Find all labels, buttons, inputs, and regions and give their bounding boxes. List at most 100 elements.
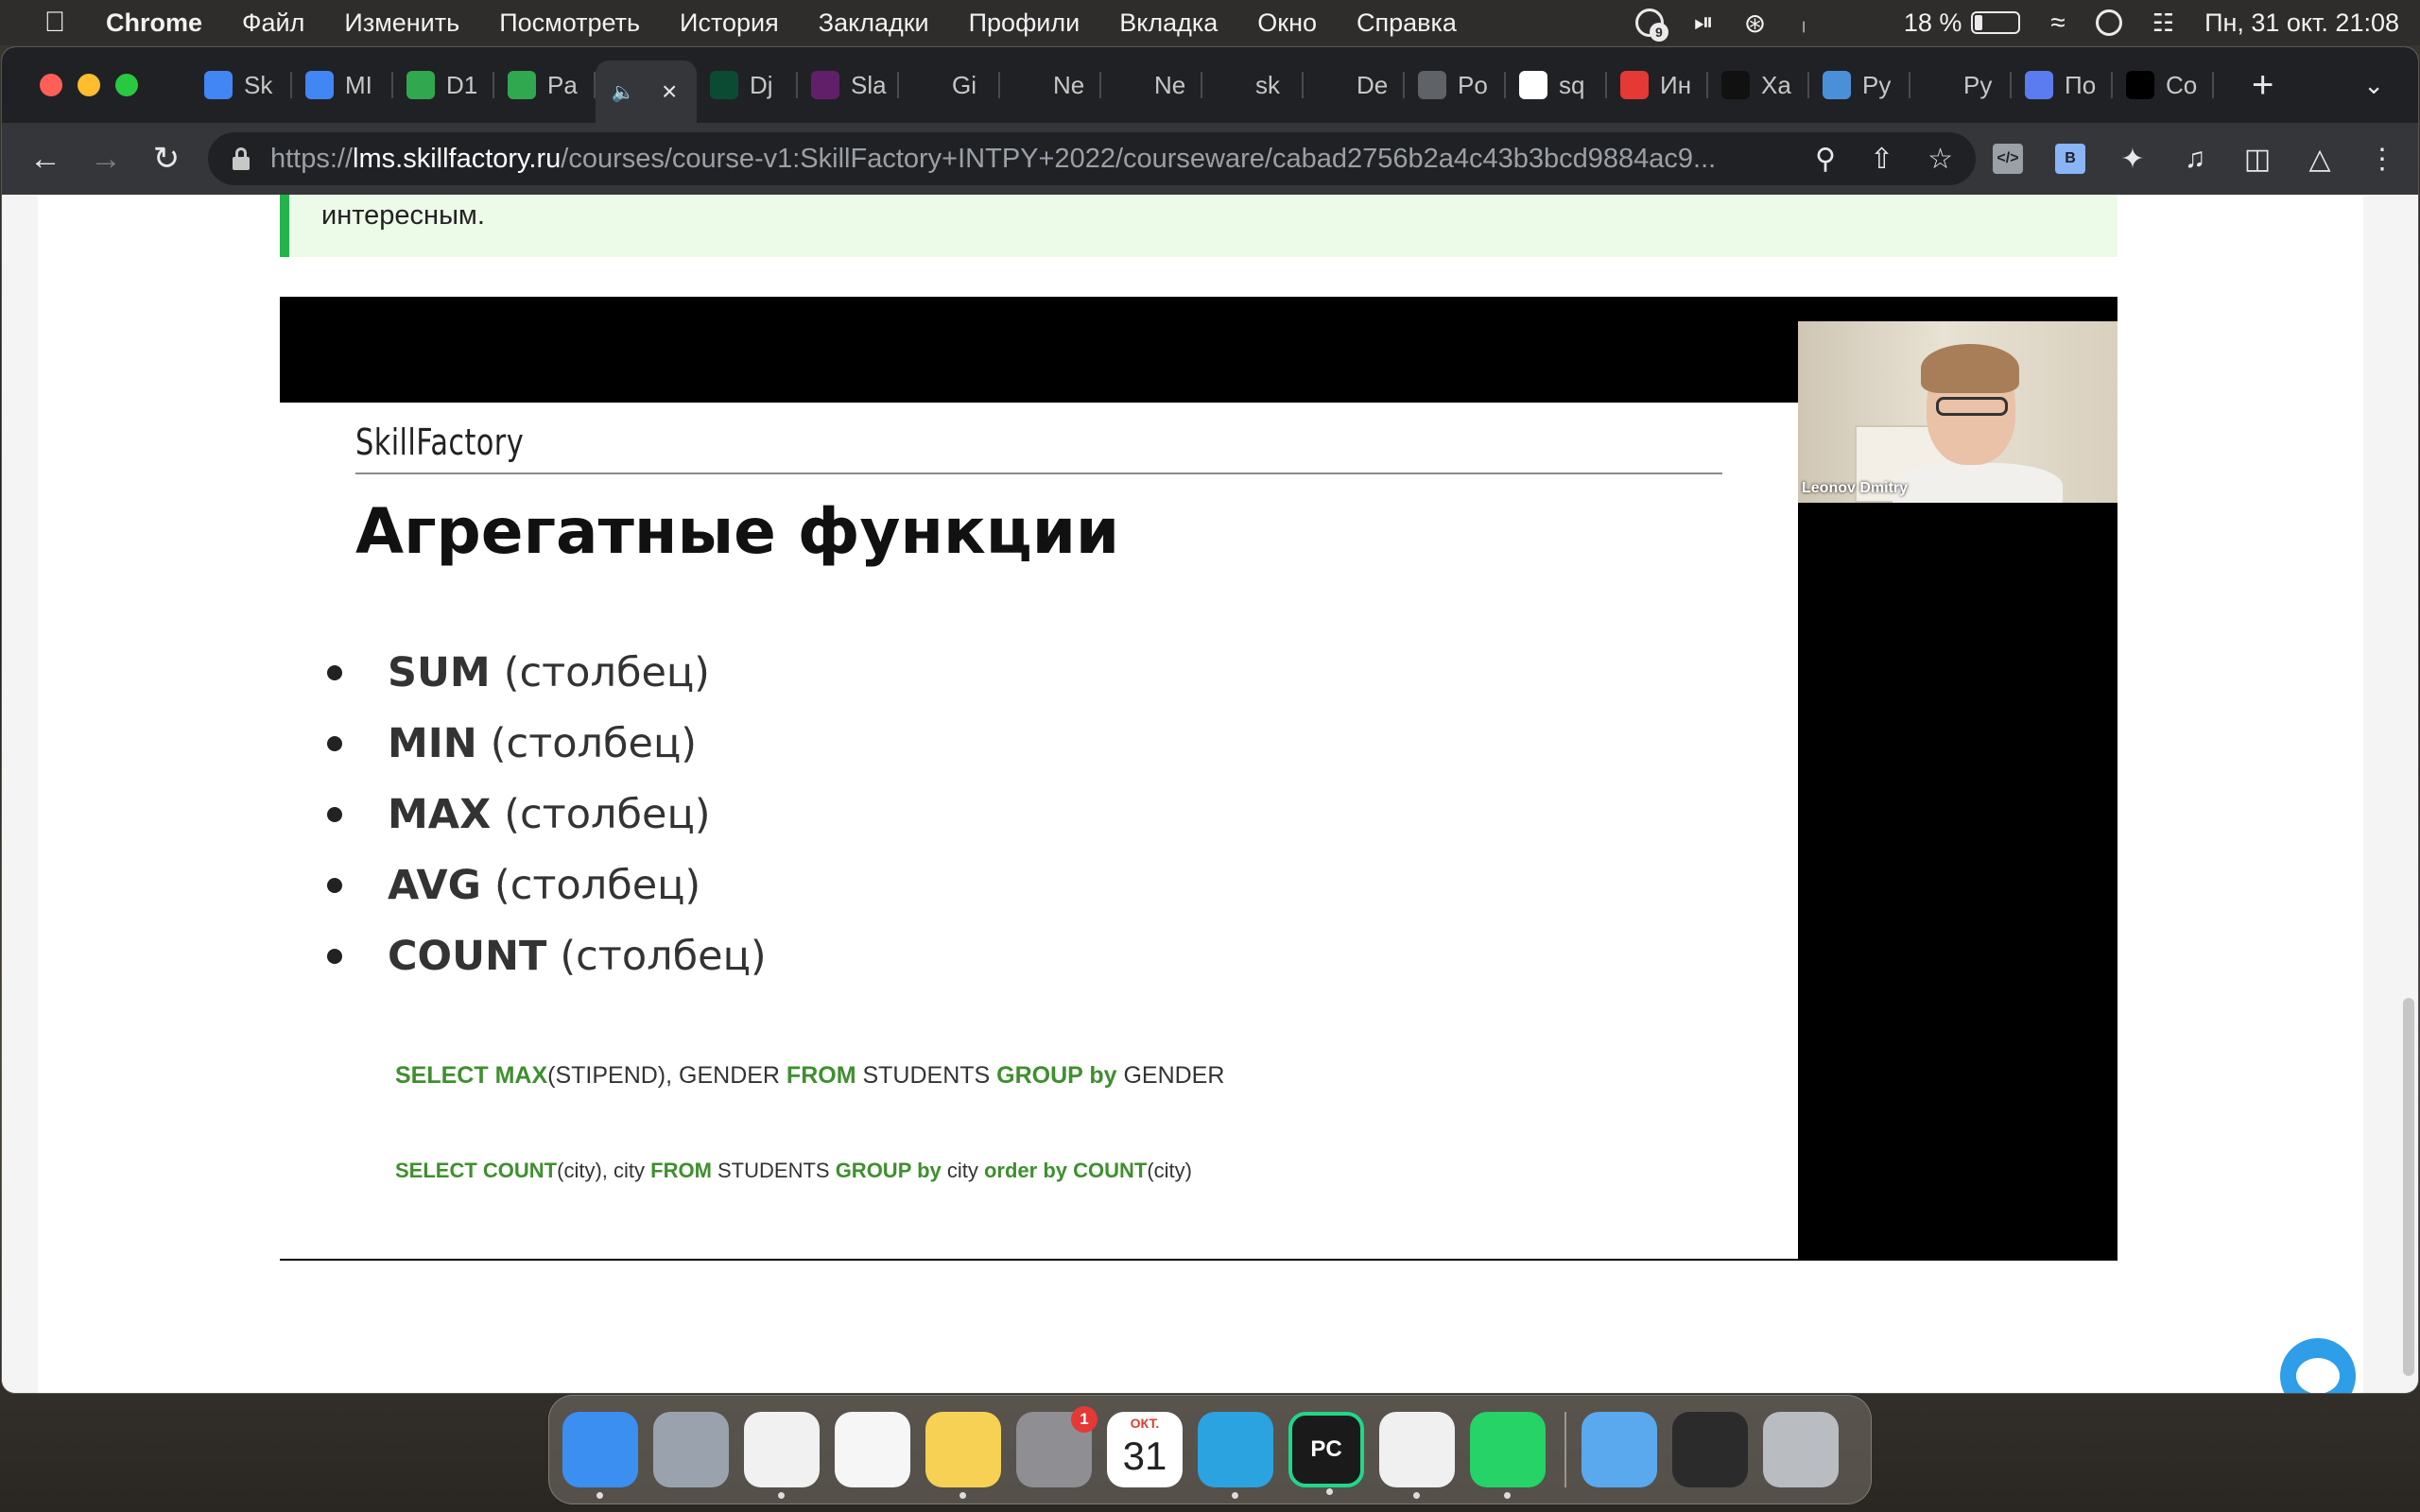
app-menu-chrome[interactable]: Chrome xyxy=(106,9,202,38)
tab-label: Sla xyxy=(851,70,887,99)
speaker-icon: 🔈 xyxy=(609,77,637,106)
tab-label: D1 xyxy=(446,70,478,99)
sql-example-2: SELECT COUNT(city), city FROM STUDENTS G… xyxy=(395,1159,1192,1183)
browser-tab[interactable]: По xyxy=(2012,57,2113,113)
share-icon[interactable]: ⇧ xyxy=(1870,143,1893,176)
tab-label: Py xyxy=(1862,70,1892,99)
forward-button[interactable]: → xyxy=(76,141,136,178)
chrome-icon[interactable] xyxy=(744,1412,820,1499)
menu-edit[interactable]: Изменить xyxy=(344,9,459,38)
browser-tab[interactable]: Sk xyxy=(191,57,292,113)
sql-text: city xyxy=(941,1159,984,1182)
wifi-icon[interactable]: ≈ xyxy=(2050,8,2065,38)
zoom-window-button[interactable] xyxy=(115,74,138,96)
video-player[interactable]: SkillFactory Агрегатные функции SUM (стол… xyxy=(280,297,2118,1261)
translate-extension-icon[interactable]: B xyxy=(2055,144,2085,174)
trash-icon[interactable] xyxy=(1763,1412,1839,1487)
finder-icon[interactable] xyxy=(562,1412,638,1499)
browser-tab[interactable]: Gi xyxy=(899,57,1000,113)
zoom-icon[interactable]: ⚲ xyxy=(1815,143,1836,176)
browser-tab[interactable]: MI xyxy=(292,57,393,113)
tab-label: Sk xyxy=(244,70,273,99)
menu-view[interactable]: Посмотреть xyxy=(499,9,640,38)
system-settings-icon[interactable]: 1 xyxy=(1016,1406,1098,1487)
user-icon[interactable] xyxy=(2095,9,2122,36)
browser-tab[interactable]: sk xyxy=(1202,57,1304,113)
bookmark-star-icon[interactable]: ☆ xyxy=(1927,143,1953,176)
reload-button[interactable]: ↻ xyxy=(136,140,197,178)
bluetooth-icon[interactable]: ᛧ xyxy=(1796,9,1811,38)
telegram-icon[interactable] xyxy=(1198,1412,1273,1499)
menu-file[interactable]: Файл xyxy=(242,9,304,38)
tab-label: Po xyxy=(1458,70,1488,99)
textedit-icon[interactable] xyxy=(1379,1412,1455,1499)
lock-icon[interactable] xyxy=(233,147,250,170)
url-text[interactable]: https://lms.skillfactory.ru/courses/cour… xyxy=(270,144,1783,175)
calendar-icon[interactable]: ОКТ. 31 xyxy=(1107,1412,1183,1487)
apple-menu-icon[interactable]:  xyxy=(32,7,78,39)
browser-tab[interactable]: Py xyxy=(1809,57,1910,113)
puzzle-extensions-icon[interactable]: ✦ xyxy=(2118,144,2148,175)
browser-tab[interactable]: Ин xyxy=(1607,57,1708,113)
browser-tab[interactable]: sq xyxy=(1506,57,1607,113)
skillfactory-logo: SkillFactory xyxy=(355,421,525,463)
menu-help[interactable]: Справка xyxy=(1357,9,1457,38)
menu-bookmarks[interactable]: Закладки xyxy=(819,9,929,38)
devtools-extension-icon[interactable]: </> xyxy=(1993,144,2023,174)
play-icon[interactable]: ⏯ xyxy=(1694,8,1714,38)
media-controls-icon[interactable]: ♫ xyxy=(2180,143,2210,174)
tab-label: Ne xyxy=(1053,70,1085,99)
photos-icon[interactable] xyxy=(835,1412,910,1487)
browser-tab[interactable]: D1 xyxy=(393,57,494,113)
gear-app-icon xyxy=(1823,71,1851,99)
function-name: SUM xyxy=(388,648,491,696)
browser-tab[interactable]: De xyxy=(1304,57,1405,113)
menu-tab[interactable]: Вкладка xyxy=(1119,9,1218,38)
browser-tab[interactable]: 🔈 × xyxy=(596,60,697,123)
address-bar[interactable]: https://lms.skillfactory.ru/courses/cour… xyxy=(208,132,1976,185)
function-item: MIN (столбец) xyxy=(327,708,767,779)
browser-tab[interactable]: Dj xyxy=(697,57,798,113)
downloads-folder-icon[interactable] xyxy=(1582,1412,1657,1487)
launchpad-icon[interactable] xyxy=(653,1412,729,1487)
more-menu-icon[interactable]: ⋮ xyxy=(2367,144,2397,175)
skillfactory-icon xyxy=(406,71,435,99)
tab-search-chevron-icon[interactable]: ⌄ xyxy=(2363,71,2384,100)
tab-strip: Sk MI D1 Pa 🔈 × Dj Sla Gi Ne Ne sk De Po sq Ин Ха Py Py По C… xyxy=(2,47,2418,123)
page-scrollbar[interactable] xyxy=(2403,998,2414,1376)
browser-tab[interactable]: Ne xyxy=(1101,57,1202,113)
notes-icon[interactable] xyxy=(925,1412,1001,1499)
browser-tab[interactable]: Sla xyxy=(798,57,899,113)
close-window-button[interactable] xyxy=(40,74,62,96)
new-tab-button[interactable]: + xyxy=(2252,64,2273,107)
course-content: интересным. SkillFactory Агрегатные функ… xyxy=(38,195,2363,1393)
menu-window[interactable]: Окно xyxy=(1257,9,1317,38)
menu-profiles[interactable]: Профили xyxy=(969,9,1080,38)
battery-icon[interactable] xyxy=(1971,11,2021,34)
menu-history[interactable]: История xyxy=(680,9,779,38)
speaker-name: Leonov Dmitry xyxy=(1802,480,1909,496)
side-panel-icon[interactable]: ◫ xyxy=(2242,144,2273,175)
pycharm-icon[interactable]: PC xyxy=(1288,1412,1364,1495)
terminal-window-icon[interactable] xyxy=(1672,1412,1748,1487)
sql-keyword: GROUP by xyxy=(996,1062,1117,1089)
clock[interactable]: Пн, 31 окт. 21:08 xyxy=(2204,9,2399,38)
notifications-icon[interactable]: 9 xyxy=(1634,9,1668,42)
whatsapp-icon[interactable] xyxy=(1470,1412,1546,1499)
minimize-window-button[interactable] xyxy=(78,74,100,96)
airdrop-icon[interactable]: ⊛ xyxy=(1744,8,1766,39)
browser-tab[interactable]: Co xyxy=(2113,57,2214,113)
browser-tab[interactable]: Ne xyxy=(1000,57,1101,113)
control-center-icon[interactable]: ☷ xyxy=(2152,9,2174,38)
browser-tab[interactable]: Ха xyxy=(1708,57,1809,113)
close-tab-icon[interactable]: × xyxy=(662,77,677,107)
browser-tab[interactable]: Py xyxy=(1910,57,2012,113)
browser-tab[interactable]: Po xyxy=(1405,57,1506,113)
browser-tab[interactable]: Pa xyxy=(494,57,596,113)
bullet-icon xyxy=(327,877,342,893)
info-callout: интересным. xyxy=(280,195,2118,257)
back-button[interactable]: ← xyxy=(15,141,76,178)
compass-icon xyxy=(2025,71,2053,99)
profile-triangle-icon[interactable]: △ xyxy=(2305,144,2335,175)
input-source-flag-icon[interactable] xyxy=(1841,11,1874,34)
